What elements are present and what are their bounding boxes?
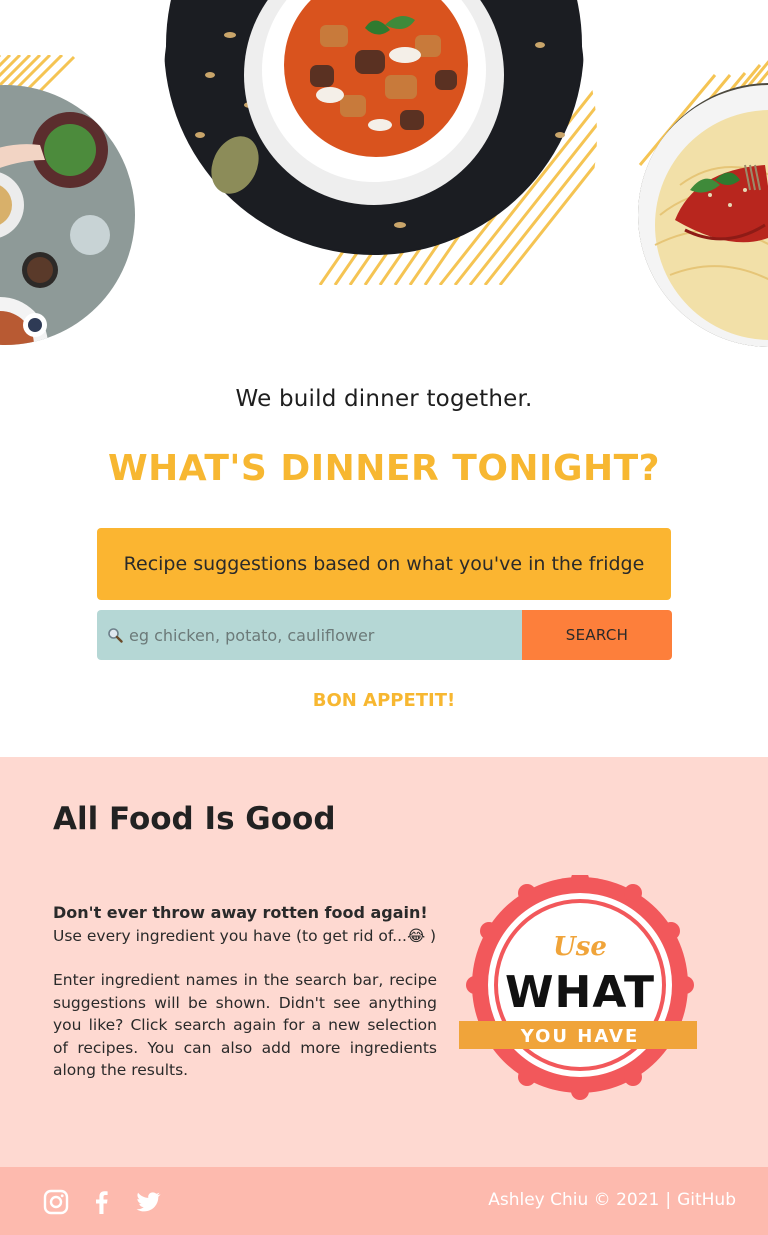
instagram-icon xyxy=(43,1189,69,1215)
ingredient-search-input[interactable] xyxy=(129,610,522,660)
about-title: All Food Is Good xyxy=(53,801,336,837)
badge-top-text: Use xyxy=(553,932,607,962)
copyright-separator: | xyxy=(665,1190,672,1210)
github-link[interactable]: GitHub xyxy=(677,1190,736,1210)
facebook-icon xyxy=(96,1191,108,1214)
page-title: WHAT'S DINNER TONIGHT? xyxy=(107,448,661,489)
curry-dish-image xyxy=(150,0,610,285)
facebook-link[interactable] xyxy=(88,1188,116,1216)
badge-ribbon-text: YOU HAVE xyxy=(520,1026,640,1047)
search-icon xyxy=(105,625,125,645)
info-banner: Recipe suggestions based on what you've … xyxy=(97,528,671,600)
copyright-text: Ashley Chiu © 2021 xyxy=(488,1190,660,1210)
about-line-2: Use every ingredient you have (to get ri… xyxy=(53,926,437,945)
tagline: We build dinner together. xyxy=(235,386,533,412)
twitter-icon xyxy=(136,1192,161,1212)
search-field-wrapper xyxy=(97,610,522,660)
search-form: SEARCH xyxy=(97,610,672,660)
copyright: Ashley Chiu © 2021 | GitHub xyxy=(488,1190,736,1210)
spaghetti-image xyxy=(600,55,768,375)
footer: Ashley Chiu © 2021 | GitHub xyxy=(0,1167,768,1235)
use-what-you-have-badge: Use WHAT YOU HAVE xyxy=(455,870,705,1109)
instagram-link[interactable] xyxy=(42,1188,70,1216)
brunch-table-image xyxy=(0,55,140,375)
about-section: All Food Is Good Don't ever throw away r… xyxy=(0,757,768,1167)
about-text: Don't ever throw away rotten food again!… xyxy=(53,902,437,1082)
about-paragraph: Enter ingredient names in the search bar… xyxy=(53,971,437,1079)
signoff-text: BON APPETIT! xyxy=(312,690,456,711)
hero-section: We build dinner together. WHAT'S DINNER … xyxy=(0,0,768,757)
search-button[interactable]: SEARCH xyxy=(522,610,672,660)
social-links xyxy=(42,1188,162,1216)
badge-main-text: WHAT xyxy=(505,967,655,1018)
banner-text: Recipe suggestions based on what you've … xyxy=(123,553,645,575)
about-bold-line: Don't ever throw away rotten food again! xyxy=(53,903,428,922)
twitter-link[interactable] xyxy=(134,1188,162,1216)
